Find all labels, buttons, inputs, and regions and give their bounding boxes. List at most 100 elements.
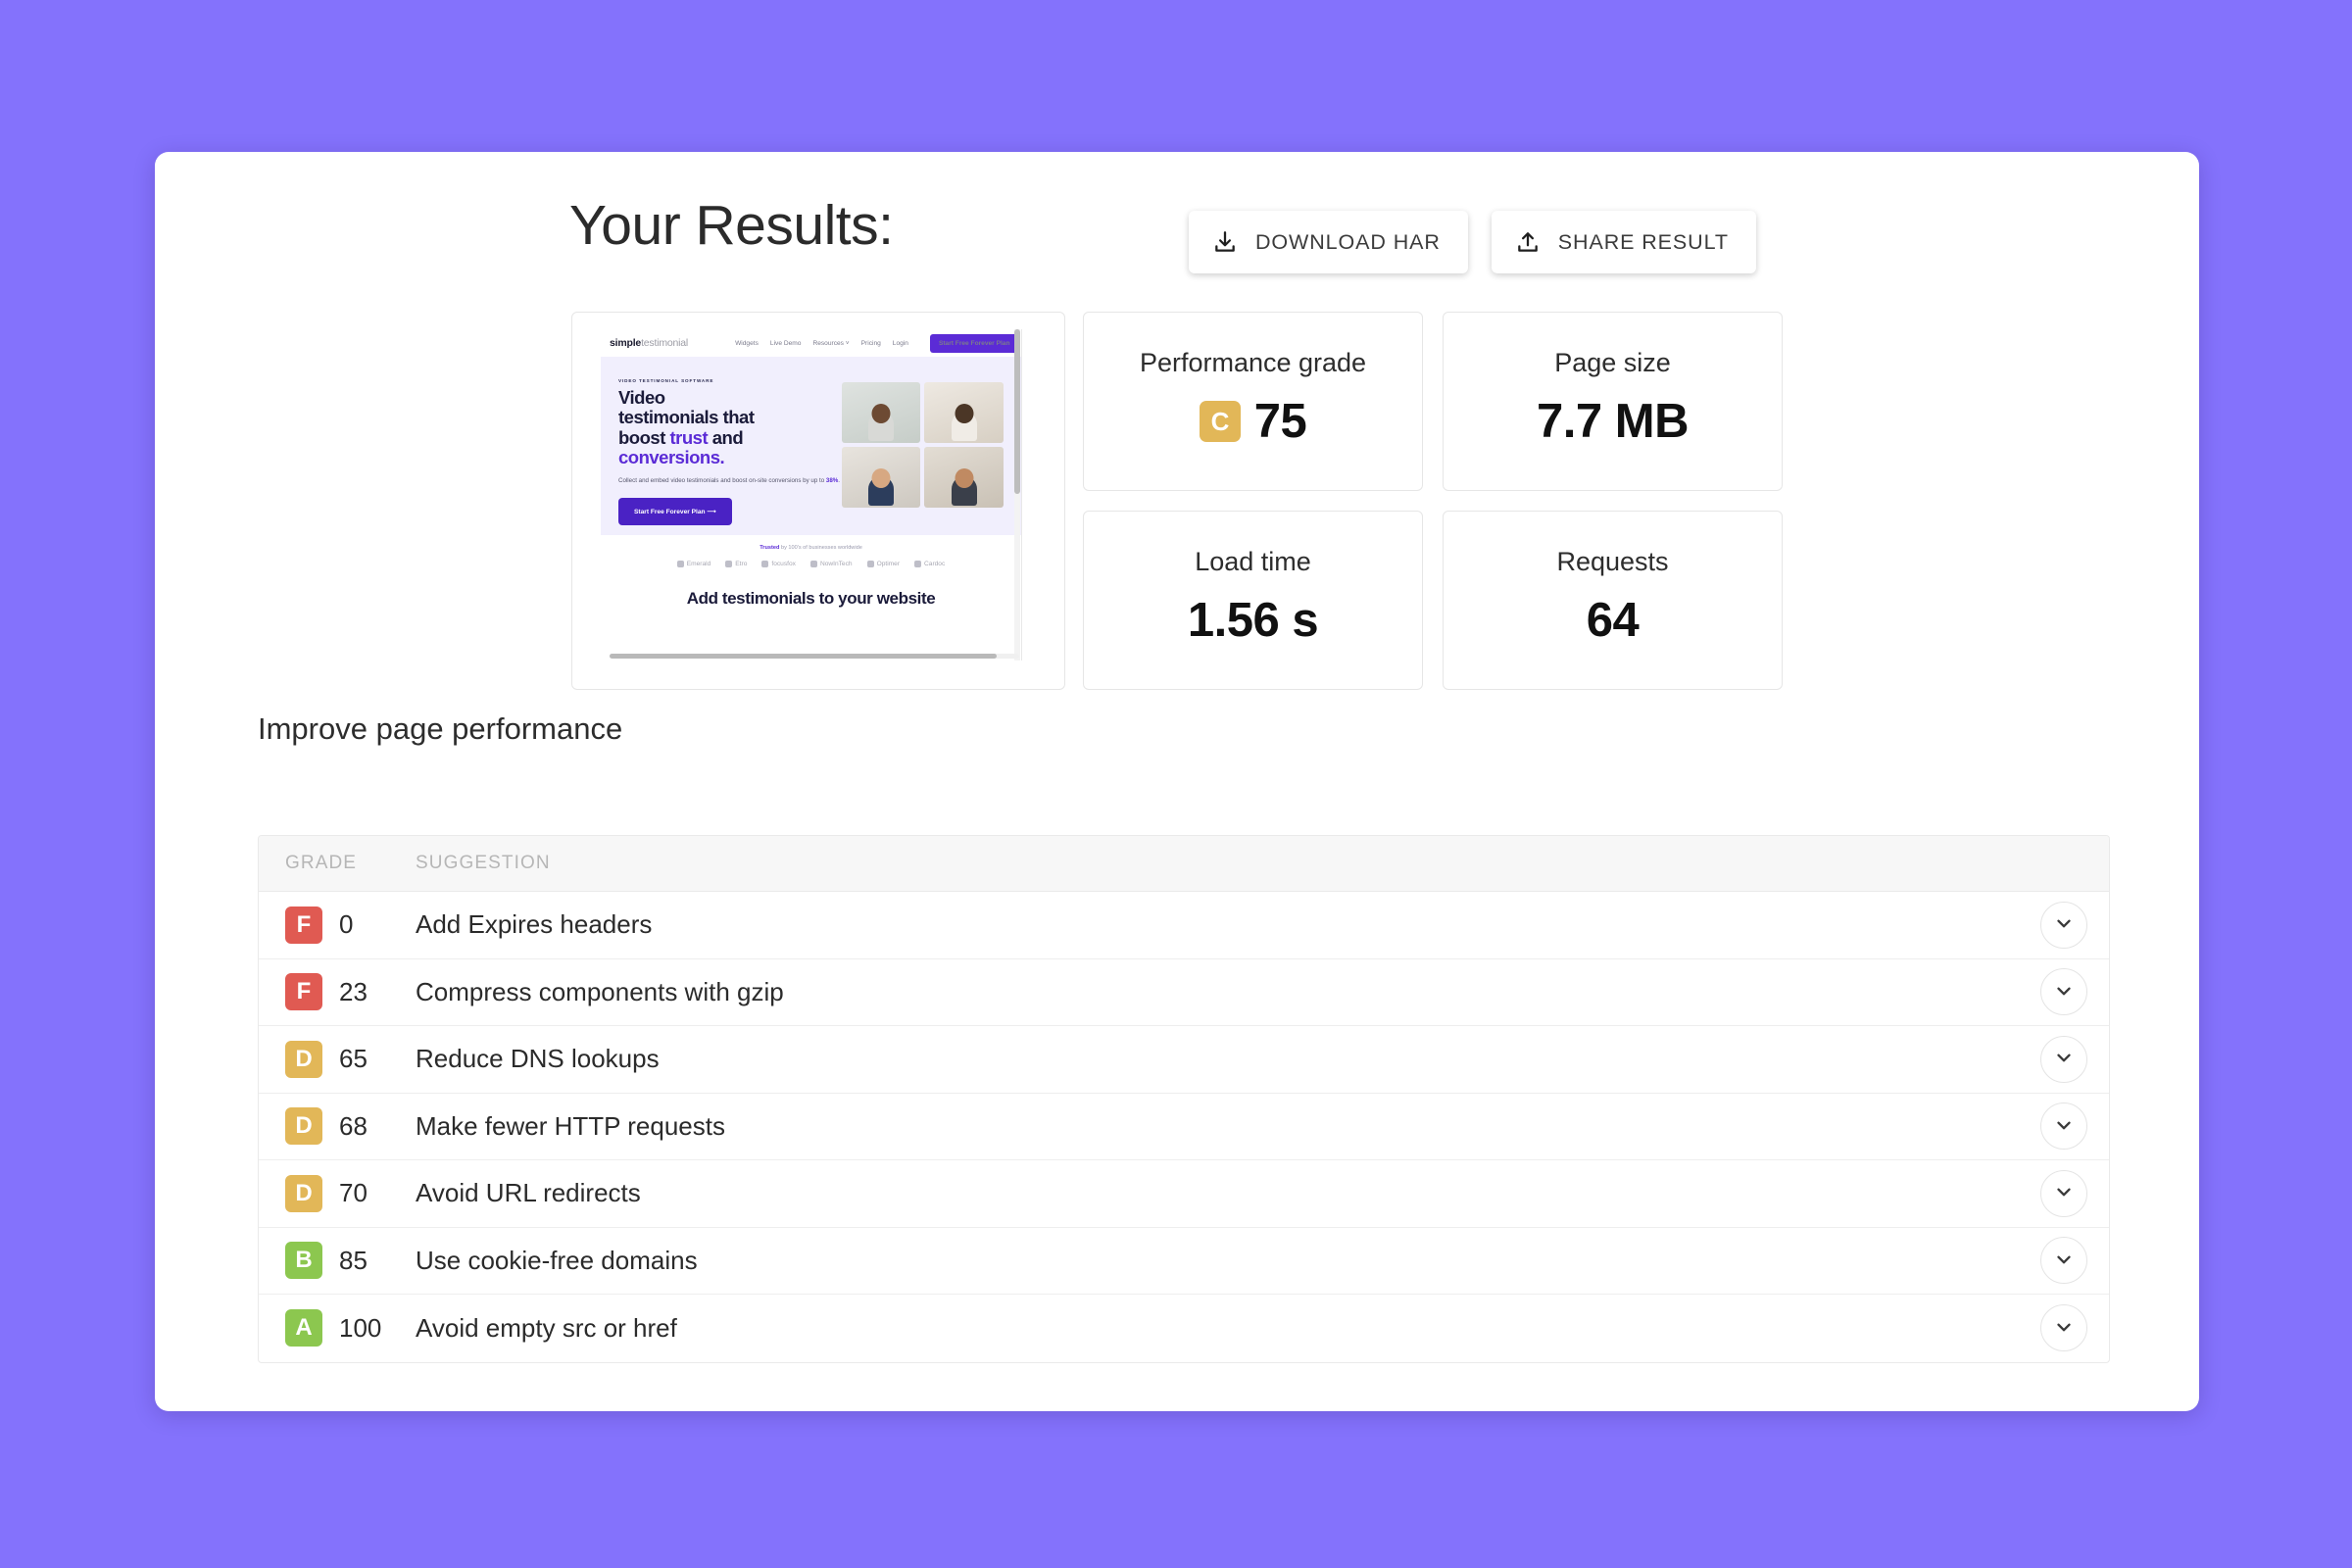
chevron-down-icon: [2053, 1047, 2075, 1071]
mini-trust-section: Trusted by 100's of businesses worldwide…: [601, 534, 1021, 567]
cell-grade: A 100: [259, 1309, 409, 1348]
cell-action: [2019, 1304, 2109, 1352]
preview-horizontal-scrollbar-thumb[interactable]: [610, 654, 997, 659]
metric-card-page-size: Page size 7.7 MB: [1443, 312, 1783, 491]
expand-row-button[interactable]: [2040, 1035, 2087, 1083]
cell-grade: D 68: [259, 1107, 409, 1146]
expand-row-button[interactable]: [2040, 1169, 2087, 1217]
metric-value: 1.56 s: [1187, 594, 1319, 647]
mini-client-logo: NowInTech: [809, 560, 853, 567]
mini-client-logo: focusfox: [761, 560, 796, 567]
table-row[interactable]: D 65 Reduce DNS lookups: [259, 1026, 2109, 1094]
mini-site-hero: VIDEO TESTIMONIAL SOFTWARE Video testimo…: [601, 357, 1021, 535]
table-row[interactable]: F 0 Add Expires headers: [259, 892, 2109, 959]
mini-trust-text: Trusted by 100's of businesses worldwide: [601, 545, 1021, 551]
chevron-down-icon: [2053, 1249, 2075, 1273]
cell-suggestion: Reduce DNS lookups: [416, 1044, 660, 1074]
table-row[interactable]: A 100 Avoid empty src or href: [259, 1295, 2109, 1362]
mini-headline-trust: trust: [669, 426, 709, 448]
mini-nav-cta-button: Start Free Forever Plan: [929, 333, 1019, 353]
mini-subtext-highlight: 38%: [825, 477, 839, 485]
column-header-suggestion: SUGGESTION: [416, 853, 551, 873]
table-row[interactable]: D 70 Avoid URL redirects: [259, 1160, 2109, 1228]
download-icon: [1212, 229, 1238, 255]
metric-label: Load time: [1195, 547, 1311, 576]
table-row[interactable]: F 23 Compress components with gzip: [259, 959, 2109, 1026]
mini-subtext-end: .: [838, 477, 840, 485]
grade-badge: F: [285, 906, 322, 944]
expand-row-button[interactable]: [2040, 1237, 2087, 1285]
chevron-down-icon: [2053, 1181, 2075, 1205]
table-row[interactable]: B 85 Use cookie-free domains: [259, 1228, 2109, 1295]
cell-action: [2019, 1169, 2109, 1217]
expand-row-button[interactable]: [2040, 901, 2087, 949]
mini-client-logo: Cardoc: [914, 560, 945, 567]
site-screenshot-preview: simpletestimonial Widgets Live Demo Reso…: [601, 329, 1036, 670]
grade-score: 65: [339, 1044, 368, 1074]
metric-cards: Performance grade C 75 Page size 7.7 MB …: [1083, 312, 1783, 690]
grade-badge: B: [285, 1242, 322, 1280]
chevron-down-icon: [2053, 1114, 2075, 1139]
preview-vertical-scrollbar[interactable]: [1014, 329, 1020, 661]
metric-value-wrap: 7.7 MB: [1537, 394, 1689, 449]
mini-logo-prefix: simple: [610, 337, 642, 349]
cell-grade: F 23: [259, 973, 409, 1011]
metric-value-wrap: C 75: [1199, 394, 1307, 449]
results-panel: Your Results: DOWNLOAD HAR SHARE RESULT …: [155, 152, 2199, 1411]
grade-score: 23: [339, 976, 368, 1006]
cell-action: [2019, 1035, 2109, 1083]
cell-suggestion: Avoid URL redirects: [416, 1178, 641, 1208]
mini-nav-item-login: Login: [892, 339, 908, 347]
table-header-row: GRADE SUGGESTION: [259, 836, 2109, 892]
cell-grade: D 70: [259, 1174, 409, 1212]
grade-score: 0: [339, 909, 354, 940]
logo-mark-icon: [761, 560, 769, 567]
mini-subtext-main: Collect and embed video testimonials and…: [618, 477, 826, 485]
mini-logo-suffix: testimonial: [641, 337, 689, 349]
metric-value-wrap: 1.56 s: [1187, 593, 1319, 648]
metric-label: Page size: [1554, 348, 1671, 377]
grade-score: 100: [339, 1312, 382, 1343]
mini-nav-item-pricing: Pricing: [860, 339, 881, 347]
metric-label: Performance grade: [1139, 348, 1367, 377]
metric-value: 64: [1586, 594, 1640, 647]
metric-value: 7.7 MB: [1537, 395, 1689, 448]
cell-suggestion: Use cookie-free domains: [416, 1245, 698, 1275]
results-header: Your Results: DOWNLOAD HAR SHARE RESULT: [155, 198, 2199, 296]
grade-score: 68: [339, 1110, 368, 1141]
mini-site-navbar: simpletestimonial Widgets Live Demo Reso…: [601, 329, 1021, 357]
expand-row-button[interactable]: [2040, 1304, 2087, 1352]
download-har-button[interactable]: DOWNLOAD HAR: [1189, 211, 1468, 273]
logo-mark-icon: [914, 560, 922, 567]
page-root: Your Results: DOWNLOAD HAR SHARE RESULT …: [0, 0, 2352, 1568]
table-row[interactable]: D 68 Make fewer HTTP requests: [259, 1094, 2109, 1160]
cell-action: [2019, 968, 2109, 1016]
metric-label: Requests: [1556, 547, 1669, 576]
expand-row-button[interactable]: [2040, 1102, 2087, 1151]
mini-video-tile: [924, 382, 1004, 443]
site-screenshot-card[interactable]: simpletestimonial Widgets Live Demo Reso…: [571, 312, 1065, 690]
logo-mark-icon: [809, 560, 817, 567]
chevron-down-icon: [2053, 912, 2075, 937]
preview-vertical-scrollbar-thumb[interactable]: [1014, 329, 1020, 494]
share-result-button[interactable]: SHARE RESULT: [1491, 211, 1756, 273]
mini-site: simpletestimonial Widgets Live Demo Reso…: [601, 329, 1022, 661]
cell-grade: F0: [259, 906, 409, 944]
mini-site-nav-links: Widgets Live Demo Resources ˅ Pricing Lo…: [735, 333, 1019, 353]
logo-mark-icon: [866, 560, 874, 567]
mini-hero-video-grid: [841, 378, 1004, 525]
mini-nav-item-live-demo: Live Demo: [769, 339, 802, 347]
mini-video-tile: [841, 447, 921, 508]
grade-score: 70: [339, 1178, 368, 1208]
mini-hero-cta-button: Start Free Forever Plan ⟶: [618, 497, 732, 525]
summary-cards: simpletestimonial Widgets Live Demo Reso…: [155, 312, 2199, 690]
mini-nav-item-resources: Resources ˅: [812, 339, 850, 347]
download-har-label: DOWNLOAD HAR: [1255, 229, 1441, 254]
expand-row-button[interactable]: [2040, 968, 2087, 1016]
cell-action: [2019, 1102, 2109, 1151]
grade-badge: F: [285, 973, 322, 1011]
suggestions-table: GRADE SUGGESTION F 0 Add Expires headers F 2…: [258, 835, 2110, 1363]
performance-grade-badge: C: [1199, 401, 1241, 442]
mini-client-logo: Etro: [725, 560, 747, 567]
mini-headline-line3c: and: [708, 426, 744, 448]
